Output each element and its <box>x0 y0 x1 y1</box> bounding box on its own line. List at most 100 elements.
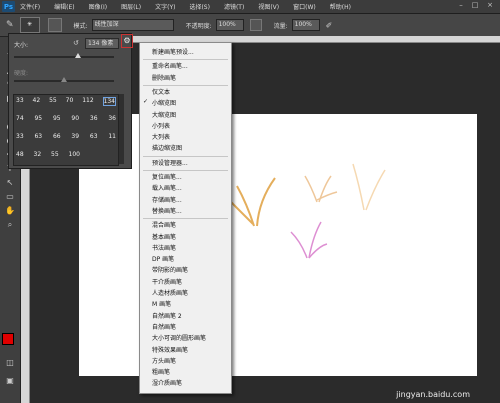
brush-size-label[interactable]: 36 <box>108 115 116 122</box>
size-label: 大小: <box>14 42 29 49</box>
menu-item[interactable]: 复位画笔... <box>152 172 182 181</box>
maximize-icon[interactable]: □ <box>470 1 480 10</box>
brush-size-label[interactable]: 33 <box>16 97 24 106</box>
brush-size-label[interactable]: 100 <box>69 151 80 158</box>
menu-separator <box>143 155 228 157</box>
menu-layer[interactable]: 图层(L) <box>121 2 141 11</box>
brush-size-label[interactable]: 32 <box>34 151 42 158</box>
brush-preset-picker: 大小: ↺ 134 像素 ⚙ 硬度: 33 42 55 70 112 134 7… <box>8 33 133 169</box>
menu-separator <box>143 218 228 220</box>
quick-mask-icon[interactable]: ◫ <box>3 357 17 369</box>
brush-size-label[interactable]: 11 <box>108 133 116 140</box>
menu-item[interactable]: 自然画笔 2 <box>152 311 182 320</box>
menu-type[interactable]: 文字(Y) <box>155 2 175 11</box>
menu-item[interactable]: 大缩览图 <box>152 110 176 119</box>
brush-panel-toggle-icon[interactable] <box>47 18 62 32</box>
menu-item[interactable]: 带阴影的画笔 <box>152 265 188 274</box>
airbrush-icon[interactable]: ✐ <box>326 21 333 30</box>
selection-arrow-icon[interactable]: ↖ <box>3 177 17 189</box>
size-slider[interactable] <box>14 56 114 58</box>
brush-size-label[interactable]: 66 <box>53 133 61 140</box>
close-icon[interactable]: × <box>485 1 495 10</box>
brush-thumbnail-grid: 33 42 55 70 112 134 74 95 95 90 36 36 33… <box>13 94 119 166</box>
gear-icon[interactable]: ⚙ <box>121 34 133 48</box>
menu-item[interactable]: 小缩览图 <box>152 98 176 107</box>
menu-item[interactable]: 自然画笔 <box>152 322 176 331</box>
menu-bar: Ps 文件(F) 编辑(E) 图像(I) 图层(L) 文字(Y) 选择(S) 滤… <box>0 0 500 14</box>
mode-label: 模式: <box>73 22 88 30</box>
menu-view[interactable]: 视图(V) <box>258 2 279 11</box>
brush-size-label[interactable]: 90 <box>71 115 79 122</box>
menu-filter[interactable]: 滤镜(T) <box>224 2 244 11</box>
menu-separator <box>143 170 228 171</box>
brush-size-label[interactable]: 134 <box>102 97 116 106</box>
brush-size-label[interactable]: 63 <box>90 133 98 140</box>
menu-item[interactable]: 描边缩览图 <box>152 143 182 152</box>
brush-options-menu: 新建画笔预设... 重命名画笔... 删除画笔 仅文本 ✓ 小缩览图 大缩览图 小列表 大列表描… <box>139 42 232 394</box>
menu-item[interactable]: 替换画笔... <box>152 206 182 215</box>
menu-item[interactable]: 存储画笔... <box>152 195 182 204</box>
menu-edit[interactable]: 编辑(E) <box>54 2 74 11</box>
menu-item[interactable]: 新建画笔预设... <box>152 47 194 56</box>
menu-item[interactable]: 特殊效果画笔 <box>152 345 188 354</box>
menu-item[interactable]: DP 画笔 <box>152 254 174 263</box>
brush-size-label[interactable]: 42 <box>33 97 41 106</box>
minimize-icon[interactable]: – <box>456 1 466 10</box>
foreground-color-swatch[interactable] <box>2 333 14 345</box>
screen-mode-icon[interactable]: ▣ <box>3 375 17 387</box>
brush-size-row: 48 32 55 100 <box>16 151 80 158</box>
brush-size-label[interactable]: 70 <box>66 97 74 106</box>
menu-item[interactable]: 干介质画笔 <box>152 277 182 286</box>
menu-help[interactable]: 帮助(H) <box>330 2 351 11</box>
photoshop-logo: Ps <box>2 1 15 12</box>
menu-item[interactable]: 书法画笔 <box>152 243 176 252</box>
brush-size-label[interactable]: 55 <box>51 151 59 158</box>
menu-item[interactable]: 基本画笔 <box>152 232 176 241</box>
menu-item[interactable]: 人造材质画笔 <box>152 288 188 297</box>
brush-size-preview[interactable]: ✳ <box>19 17 40 33</box>
brush-size-label[interactable]: 63 <box>34 133 42 140</box>
shape-tool-icon[interactable]: ▭ <box>3 191 17 203</box>
brush-size-label[interactable]: 33 <box>16 133 24 140</box>
size-slider-handle[interactable] <box>75 53 81 58</box>
mode-select[interactable]: 线性加深 <box>91 19 174 31</box>
menu-separator <box>143 84 228 86</box>
reset-size-icon[interactable]: ↺ <box>73 39 79 47</box>
menu-item[interactable]: M 画笔 <box>152 299 171 308</box>
menu-window[interactable]: 窗口(W) <box>293 2 316 11</box>
menu-item[interactable]: 重命名画笔... <box>152 61 188 70</box>
menu-item[interactable]: 方头画笔 <box>152 356 176 365</box>
menu-item[interactable]: 湿介质画笔 <box>152 378 182 387</box>
zoom-tool-icon[interactable]: ⌕ <box>3 219 17 231</box>
brush-size-label[interactable]: 55 <box>49 97 57 106</box>
hand-tool-icon[interactable]: ✋ <box>3 205 17 217</box>
menu-item[interactable]: 小列表 <box>152 121 170 130</box>
brush-tool-icon[interactable]: ✎ <box>6 20 14 30</box>
menu-item[interactable]: 仅文本 <box>152 87 170 96</box>
menu-item[interactable]: 混合画笔 <box>152 220 176 229</box>
opacity-pressure-icon[interactable] <box>249 19 262 31</box>
brush-size-label[interactable]: 95 <box>34 115 42 122</box>
brush-size-row: 74 95 95 90 36 36 <box>16 115 116 122</box>
size-field[interactable]: 134 像素 <box>85 38 119 49</box>
brush-size-label[interactable]: 39 <box>71 133 79 140</box>
menu-item[interactable]: 删除画笔 <box>152 73 176 82</box>
hardness-slider-handle[interactable] <box>61 77 67 82</box>
menu-item[interactable]: 粗画笔 <box>152 367 170 376</box>
brush-size-label[interactable]: 95 <box>53 115 61 122</box>
menu-item[interactable]: 大列表 <box>152 132 170 141</box>
menu-image[interactable]: 图像(I) <box>89 2 107 11</box>
brush-size-label[interactable]: 48 <box>16 151 24 158</box>
brush-size-label[interactable]: 36 <box>90 115 98 122</box>
flow-field[interactable]: 100% <box>291 19 320 31</box>
menu-item[interactable]: 预设管理器... <box>152 158 188 167</box>
menu-item[interactable]: 大小可调的圆形画笔 <box>152 333 206 342</box>
menu-file[interactable]: 文件(F) <box>20 2 40 11</box>
brush-grid-scrollbar[interactable] <box>119 94 124 164</box>
menu-item[interactable]: 载入画笔... <box>152 183 182 192</box>
menu-select[interactable]: 选择(S) <box>189 2 210 11</box>
menu-separator <box>143 59 228 61</box>
brush-size-label[interactable]: 74 <box>16 115 24 122</box>
opacity-field[interactable]: 100% <box>215 19 244 31</box>
brush-size-label[interactable]: 112 <box>82 97 93 106</box>
